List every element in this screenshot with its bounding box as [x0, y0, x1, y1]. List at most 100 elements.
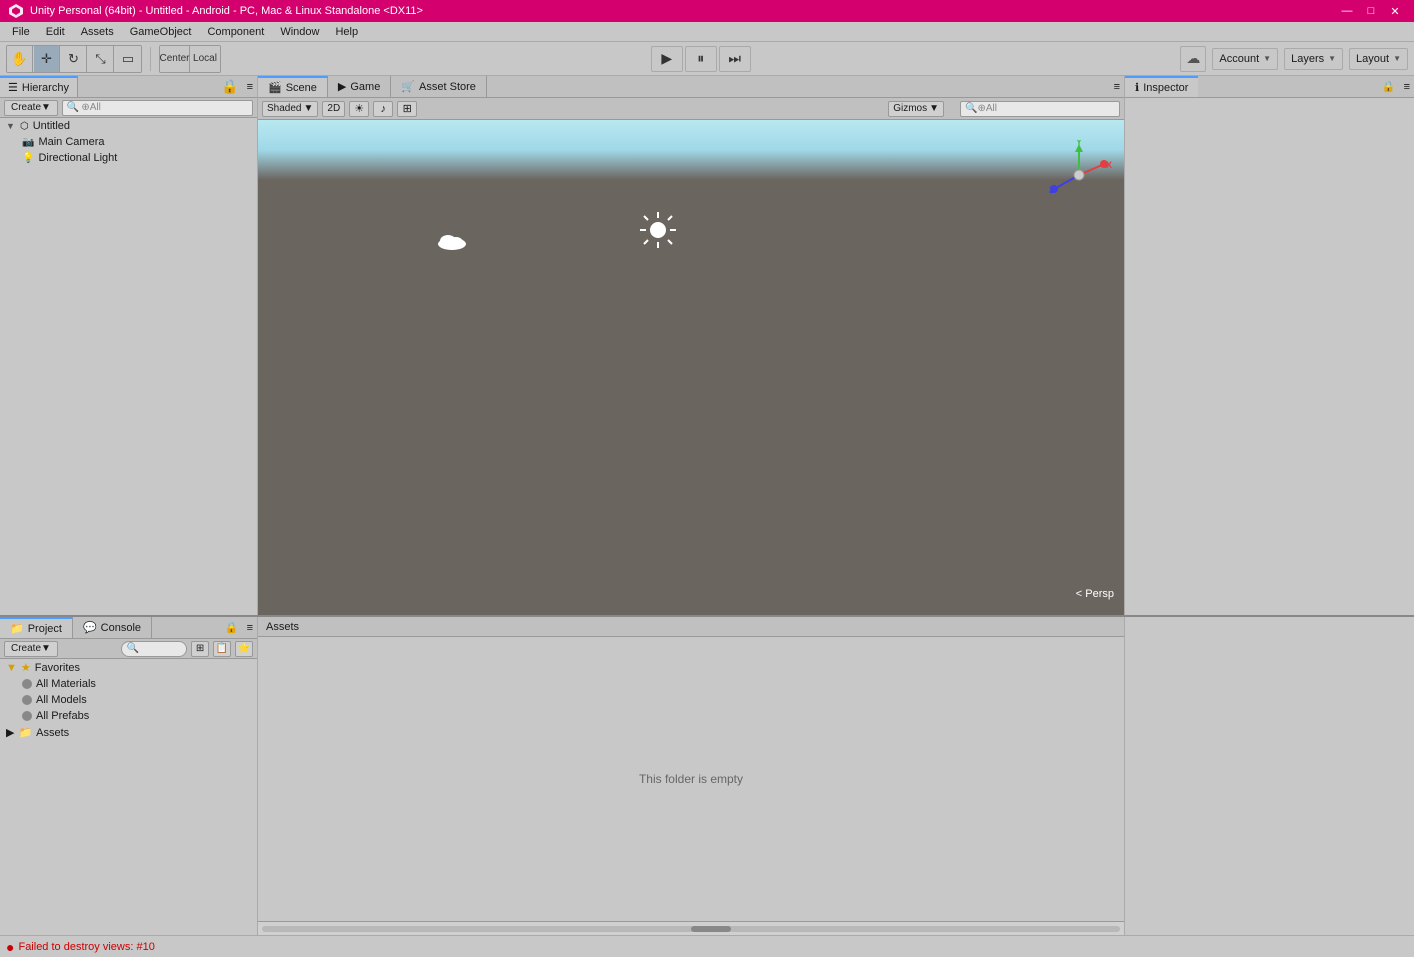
scene-audio-btn[interactable]: ♪	[373, 101, 393, 117]
close-button[interactable]: ✕	[1384, 2, 1406, 20]
bottom-panel-wrapper: 📁 Project 💬 Console 🔒 ≡ Create ▼ 🔍 ⊞ 📋 ⭐	[0, 615, 1414, 935]
project-icon-btn-3[interactable]: ⭐	[235, 641, 253, 657]
hierarchy-item-untitled[interactable]: ▼ ⬡ Untitled	[0, 118, 257, 134]
shading-mode-dropdown[interactable]: Shaded ▼	[262, 101, 318, 117]
item-label: Directional Light	[38, 152, 117, 164]
project-menu-icon[interactable]: ≡	[243, 617, 257, 638]
account-label: Account	[1219, 53, 1259, 65]
console-tab[interactable]: 💬 Console	[73, 617, 152, 638]
step-button[interactable]: ⏭	[719, 46, 751, 72]
right-toolbar: ☁ Account ▼ Layers ▼ Layout ▼	[1180, 46, 1408, 72]
hierarchy-search[interactable]: 🔍 ⊕All	[62, 100, 253, 116]
inspector-menu-icon[interactable]: ≡	[1400, 76, 1414, 97]
hierarchy-menu-icon[interactable]: ≡	[243, 76, 257, 97]
asset-store-tab[interactable]: 🛒 Asset Store	[391, 76, 487, 97]
layers-dropdown[interactable]: Layers ▼	[1284, 48, 1343, 70]
scene-controls: Shaded ▼ 2D ☀ ♪ ⊞ Gizmos ▼ 🔍 ⊕All	[258, 98, 1124, 120]
playback-controls: ▶ ⏸ ⏭	[225, 46, 1176, 72]
light-icon: 💡	[22, 153, 34, 164]
menu-file[interactable]: File	[4, 22, 38, 42]
asset-content: This folder is empty	[258, 637, 1124, 921]
project-icon-btn-1[interactable]: ⊞	[191, 641, 209, 657]
pause-button[interactable]: ⏸	[685, 46, 717, 72]
asset-scrollbar[interactable]	[258, 921, 1124, 935]
center-toggle[interactable]: Center	[160, 46, 190, 72]
camera-icon: 📷	[22, 137, 34, 148]
item-label: Untitled	[33, 120, 70, 132]
account-dropdown[interactable]: Account ▼	[1212, 48, 1278, 70]
game-tab[interactable]: ▶ Game	[328, 76, 391, 97]
inspector-tab[interactable]: ℹ Inspector	[1125, 76, 1198, 97]
layers-arrow: ▼	[1328, 54, 1336, 63]
scene-viewport[interactable]: X Y Z < Persp	[258, 120, 1124, 615]
rect-tool[interactable]: ▭	[115, 46, 141, 72]
hierarchy-lock-icon[interactable]: 🔒	[217, 76, 242, 97]
inspector-lock-icon[interactable]: 🔒	[1378, 76, 1400, 97]
sun-icon	[638, 210, 678, 250]
scrollbar-track[interactable]	[262, 926, 1120, 932]
scrollbar-thumb[interactable]	[691, 926, 731, 932]
inspector-panel: ℹ Inspector 🔒 ≡	[1124, 76, 1414, 615]
scene-panel-menu[interactable]: ≡	[1110, 76, 1124, 97]
toolbar: ✋ ✛ ↻ ⤡ ▭ Center Local ▶ ⏸ ⏭ ☁ Account ▼…	[0, 42, 1414, 76]
hierarchy-item-main-camera[interactable]: 📷 Main Camera	[0, 134, 257, 150]
hand-tool[interactable]: ✋	[7, 46, 33, 72]
menu-window[interactable]: Window	[272, 22, 327, 42]
gizmos-dropdown[interactable]: Gizmos ▼	[888, 101, 944, 117]
all-materials-label: All Materials	[36, 678, 96, 690]
hierarchy-create-btn[interactable]: Create ▼	[4, 100, 58, 116]
maximize-button[interactable]: □	[1360, 2, 1382, 20]
project-icon: 📁	[10, 622, 24, 635]
project-tree: ▼ ★ Favorites All Materials All Models A…	[0, 659, 257, 935]
center-panel: 🎬 Scene ▶ Game 🛒 Asset Store ≡ Shaded ▼ …	[258, 76, 1124, 615]
scene-fx-btn[interactable]: ⊞	[397, 101, 417, 117]
menu-assets[interactable]: Assets	[73, 22, 122, 42]
local-toggle[interactable]: Local	[190, 46, 220, 72]
window-controls: — □ ✕	[1336, 2, 1406, 20]
all-models-label: All Models	[36, 694, 87, 706]
minimize-button[interactable]: —	[1336, 2, 1358, 20]
menu-component[interactable]: Component	[199, 22, 272, 42]
project-panel: 📁 Project 💬 Console 🔒 ≡ Create ▼ 🔍 ⊞ 📋 ⭐	[0, 617, 258, 935]
project-tab-bar: 📁 Project 💬 Console 🔒 ≡	[0, 617, 257, 639]
tree-favorites[interactable]: ▼ ★ Favorites	[0, 659, 257, 676]
scene-tab[interactable]: 🎬 Scene	[258, 76, 328, 97]
menu-help[interactable]: Help	[327, 22, 366, 42]
scene-tab-bar: 🎬 Scene ▶ Game 🛒 Asset Store ≡	[258, 76, 1124, 98]
tree-all-materials[interactable]: All Materials	[0, 676, 257, 692]
cloud-icon	[436, 230, 468, 258]
2d-button[interactable]: 2D	[322, 101, 345, 117]
inspector-icon: ℹ	[1135, 81, 1139, 94]
menu-edit[interactable]: Edit	[38, 22, 73, 42]
asset-area: Assets This folder is empty	[258, 617, 1124, 935]
inspector-bottom	[1124, 617, 1414, 935]
asset-header-label: Assets	[266, 621, 299, 633]
layout-dropdown[interactable]: Layout ▼	[1349, 48, 1408, 70]
menu-gameobject[interactable]: GameObject	[122, 22, 200, 42]
scale-tool[interactable]: ⤡	[88, 46, 114, 72]
layout-label: Layout	[1356, 53, 1389, 65]
search-icon: 🔍	[965, 103, 977, 114]
main-area: ☰ Hierarchy 🔒 ≡ Create ▼ 🔍 ⊕All ▼ ⬡ Unti…	[0, 76, 1414, 615]
scene-icon: ⬡	[20, 121, 29, 132]
scene-tab-label: Scene	[286, 82, 317, 94]
move-tool[interactable]: ✛	[34, 46, 60, 72]
scene-search[interactable]: 🔍 ⊕All	[960, 101, 1120, 117]
project-icon-btn-2[interactable]: 📋	[213, 641, 231, 657]
tree-assets[interactable]: ▶ 📁 Assets	[0, 724, 257, 741]
project-lock-icon[interactable]: 🔒	[221, 617, 243, 638]
project-create-btn[interactable]: Create ▼	[4, 641, 58, 657]
favorites-label: Favorites	[35, 662, 80, 674]
gizmo-widget: X Y Z	[1044, 140, 1114, 210]
project-search[interactable]: 🔍	[121, 641, 187, 657]
scene-light-btn[interactable]: ☀	[349, 101, 369, 117]
tree-all-models[interactable]: All Models	[0, 692, 257, 708]
tree-all-prefabs[interactable]: All Prefabs	[0, 708, 257, 724]
hierarchy-tab[interactable]: ☰ Hierarchy	[0, 76, 78, 97]
hierarchy-item-directional-light[interactable]: 💡 Directional Light	[0, 150, 257, 166]
project-tab[interactable]: 📁 Project	[0, 617, 73, 638]
cloud-button[interactable]: ☁	[1180, 46, 1206, 72]
rotate-tool[interactable]: ↻	[61, 46, 87, 72]
transform-group: Center Local	[159, 45, 221, 73]
play-button[interactable]: ▶	[651, 46, 683, 72]
